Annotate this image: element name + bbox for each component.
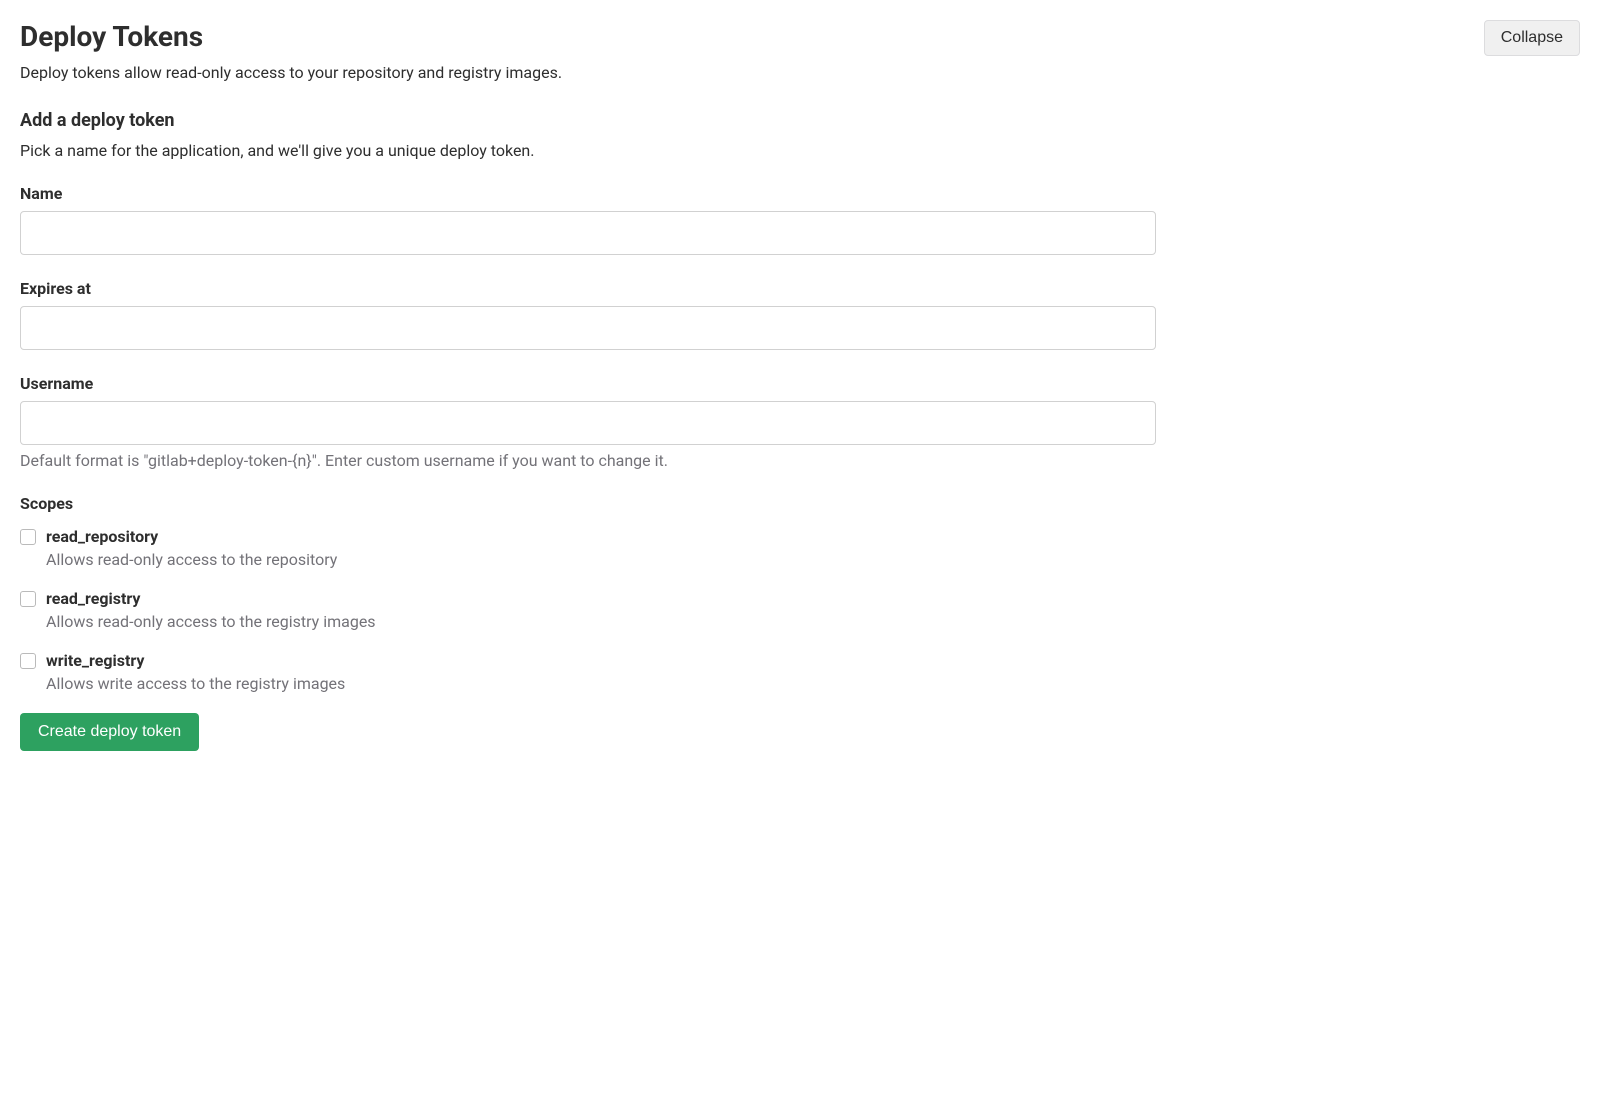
scope-name: read_registry <box>46 589 376 608</box>
name-label: Name <box>20 184 1580 203</box>
write-registry-checkbox[interactable] <box>20 653 36 669</box>
read-repository-checkbox[interactable] <box>20 529 36 545</box>
scope-description: Allows read-only access to the repositor… <box>46 550 337 569</box>
scope-item-write-registry: write_registry Allows write access to th… <box>20 651 1580 693</box>
scope-name: read_repository <box>46 527 337 546</box>
section-description: Deploy tokens allow read-only access to … <box>20 63 562 82</box>
scope-name: write_registry <box>46 651 345 670</box>
scope-item-read-registry: read_registry Allows read-only access to… <box>20 589 1580 631</box>
form-heading: Add a deploy token <box>20 110 1580 131</box>
scope-item-read-repository: read_repository Allows read-only access … <box>20 527 1580 569</box>
expires-label: Expires at <box>20 279 1580 298</box>
read-registry-checkbox[interactable] <box>20 591 36 607</box>
create-deploy-token-button[interactable]: Create deploy token <box>20 713 199 751</box>
username-help-text: Default format is "gitlab+deploy-token-{… <box>20 451 1580 470</box>
collapse-button[interactable]: Collapse <box>1484 20 1580 56</box>
name-input[interactable] <box>20 211 1156 255</box>
scope-description: Allows write access to the registry imag… <box>46 674 345 693</box>
username-input[interactable] <box>20 401 1156 445</box>
section-title: Deploy Tokens <box>20 20 562 53</box>
form-description: Pick a name for the application, and we'… <box>20 141 1580 160</box>
expires-input[interactable] <box>20 306 1156 350</box>
username-label: Username <box>20 374 1580 393</box>
scopes-label: Scopes <box>20 494 1580 513</box>
scope-description: Allows read-only access to the registry … <box>46 612 376 631</box>
